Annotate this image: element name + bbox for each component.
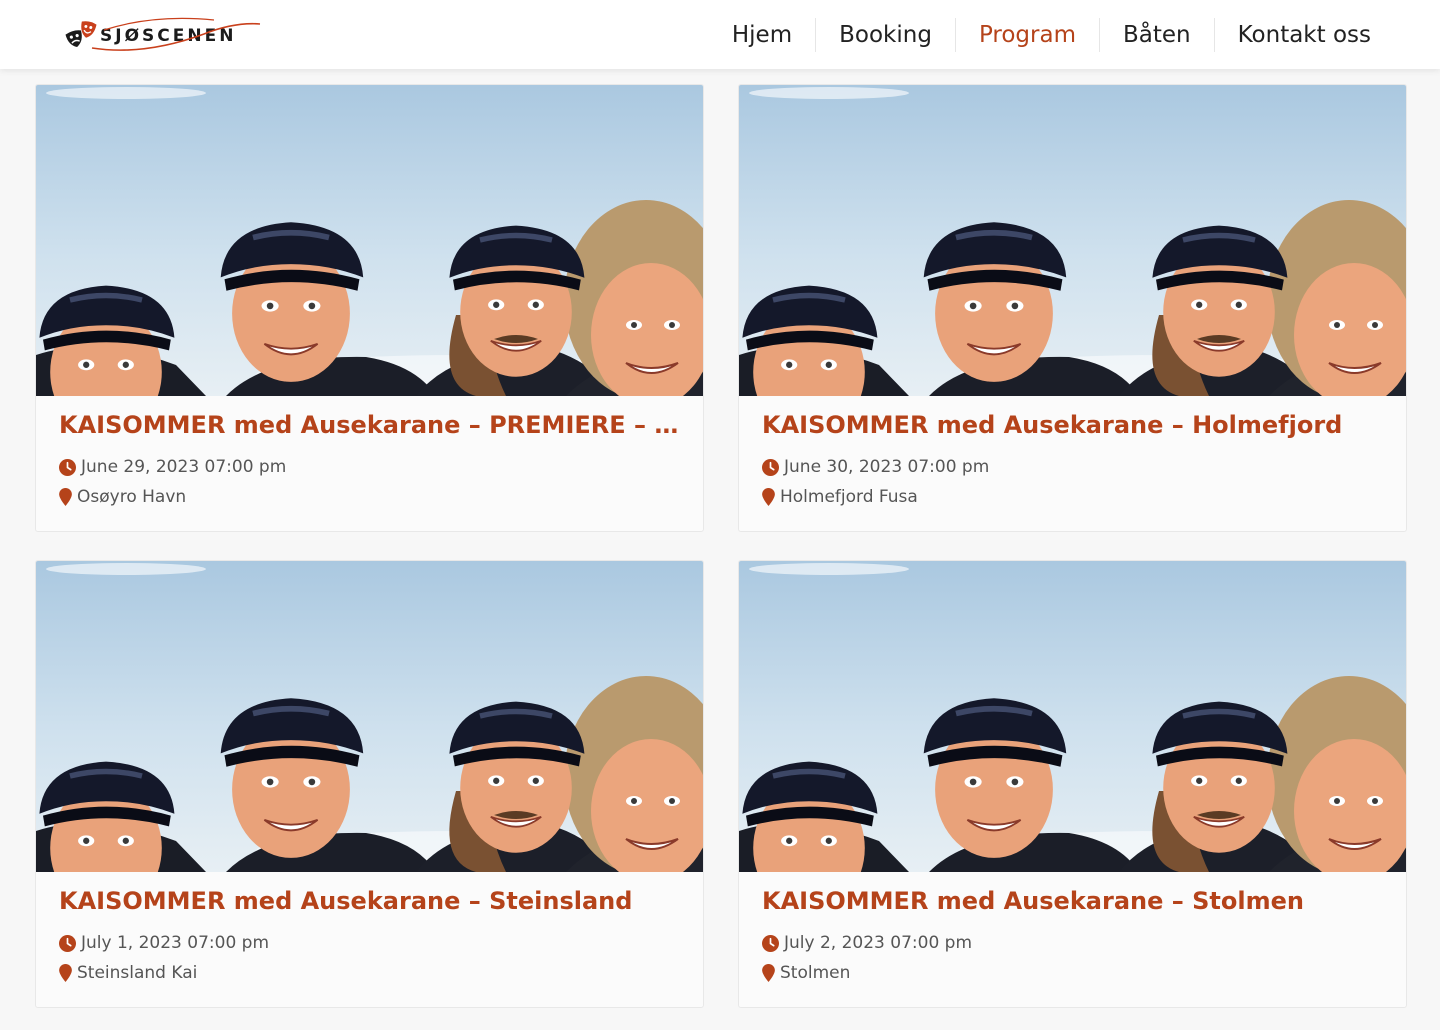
event-location-row: Osøyro Havn: [59, 482, 680, 512]
nav-item-hjem[interactable]: Hjem: [709, 18, 815, 52]
map-marker-icon: [59, 964, 72, 982]
event-location-row: Steinsland Kai: [59, 958, 680, 988]
event-image: [739, 561, 1407, 872]
event-location: Stolmen: [780, 963, 851, 983]
event-datetime: July 1, 2023 07:00 pm: [81, 933, 270, 953]
nav-item-kontakt-oss[interactable]: Kontakt oss: [1213, 17, 1394, 52]
event-image: [36, 85, 704, 396]
event-card[interactable]: KAISOMMER med Ausekarane – Stolmen July …: [738, 560, 1407, 1008]
event-grid: KAISOMMER med Ausekarane – PREMIERE – OS…: [35, 84, 1407, 1008]
event-title[interactable]: KAISOMMER med Ausekarane – Stolmen: [762, 886, 1383, 916]
event-title[interactable]: KAISOMMER med Ausekarane – PREMIERE – OS…: [59, 410, 680, 440]
event-card[interactable]: KAISOMMER med Ausekarane – Steinsland Ju…: [35, 560, 704, 1008]
event-datetime-row: June 29, 2023 07:00 pm: [59, 452, 680, 482]
clock-icon: [762, 458, 779, 476]
event-card[interactable]: KAISOMMER med Ausekarane – Holmefjord Ju…: [738, 84, 1407, 532]
event-image: [36, 561, 704, 872]
map-marker-icon: [762, 964, 775, 982]
nav-item-program[interactable]: Program: [954, 17, 1099, 52]
map-marker-icon: [762, 488, 775, 506]
event-location: Osøyro Havn: [77, 487, 187, 507]
nav-item-booking[interactable]: Booking: [815, 17, 955, 52]
theater-masks-icon: [64, 19, 98, 53]
site-header: SJØSCENEN Hjem Booking Program Båten Kon…: [0, 0, 1440, 69]
event-datetime-row: July 2, 2023 07:00 pm: [762, 928, 1383, 958]
clock-icon: [59, 934, 76, 952]
event-location-row: Stolmen: [762, 958, 1383, 988]
clock-icon: [762, 934, 779, 952]
event-datetime: June 29, 2023 07:00 pm: [81, 457, 287, 477]
event-image: [739, 85, 1407, 396]
event-datetime: June 30, 2023 07:00 pm: [784, 457, 990, 477]
event-datetime-row: June 30, 2023 07:00 pm: [762, 452, 1383, 482]
event-location: Steinsland Kai: [77, 963, 198, 983]
site-logo[interactable]: SJØSCENEN: [64, 16, 264, 56]
event-title[interactable]: KAISOMMER med Ausekarane – Steinsland: [59, 886, 680, 916]
clock-icon: [59, 458, 76, 476]
event-title[interactable]: KAISOMMER med Ausekarane – Holmefjord: [762, 410, 1383, 440]
brand-name: SJØSCENEN: [100, 26, 237, 46]
event-datetime: July 2, 2023 07:00 pm: [784, 933, 973, 953]
event-location: Holmefjord Fusa: [780, 487, 918, 507]
event-card[interactable]: KAISOMMER med Ausekarane – PREMIERE – OS…: [35, 84, 704, 532]
main-nav: Hjem Booking Program Båten Kontakt oss: [709, 0, 1394, 69]
nav-item-baten[interactable]: Båten: [1098, 17, 1214, 52]
map-marker-icon: [59, 488, 72, 506]
event-datetime-row: July 1, 2023 07:00 pm: [59, 928, 680, 958]
event-location-row: Holmefjord Fusa: [762, 482, 1383, 512]
